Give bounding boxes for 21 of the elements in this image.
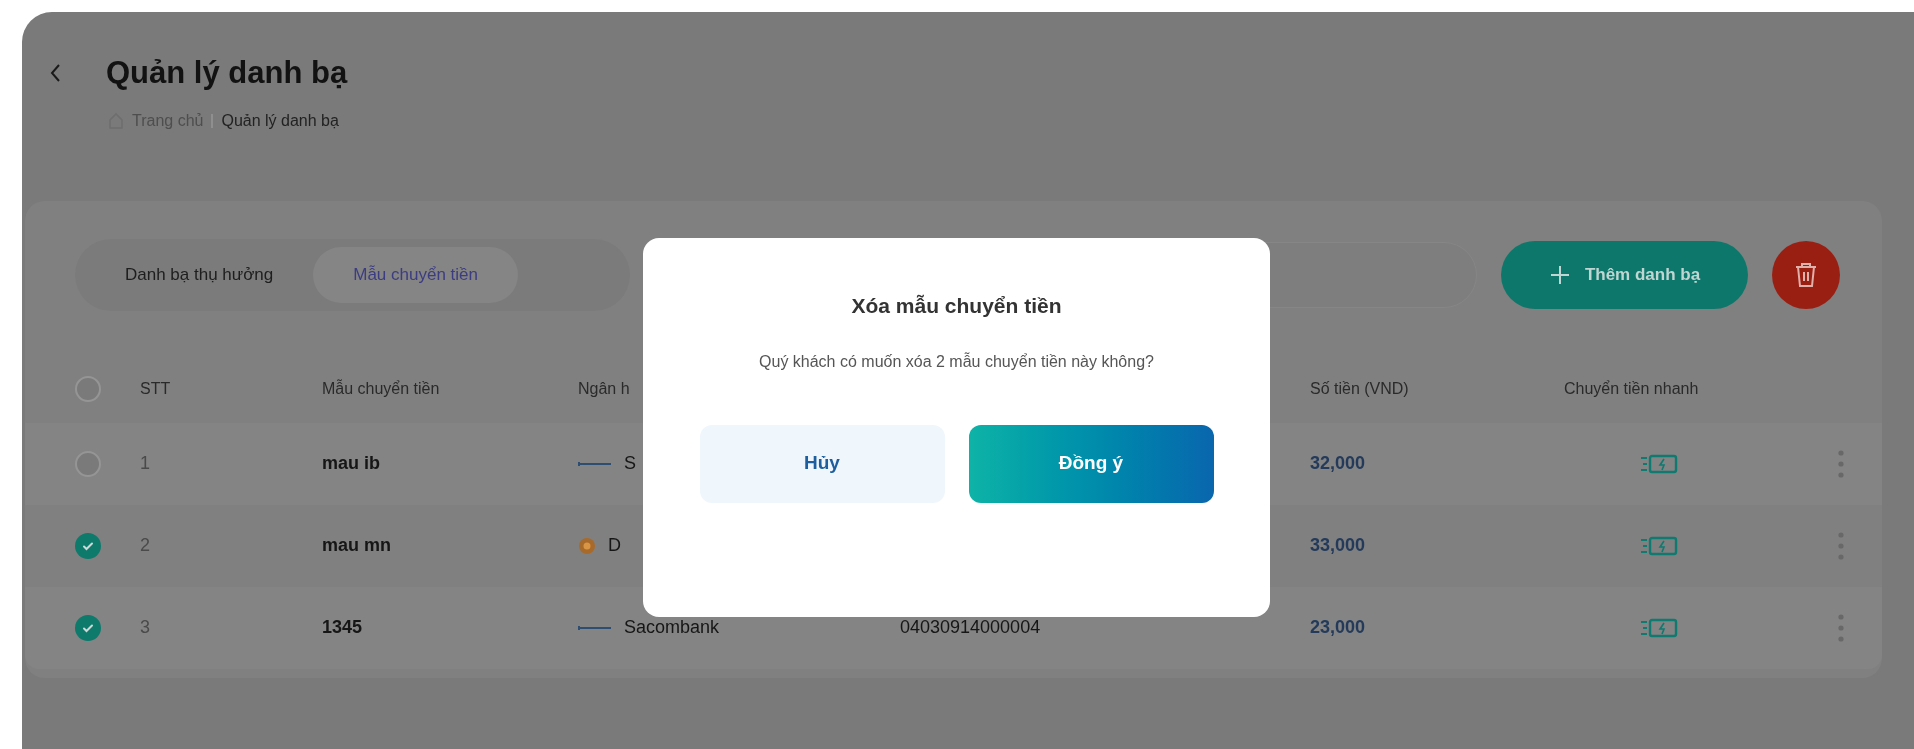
table-cell-text: 04030914000004 xyxy=(900,616,1042,639)
table-cell-text: 23,000 xyxy=(1310,616,1367,639)
table-cell-text: 1345 xyxy=(322,616,364,639)
page-title: Quản lý danh bạ xyxy=(106,54,348,92)
table-cell-text: 3 xyxy=(140,616,151,639)
table-cell-text: mau mn xyxy=(322,534,392,557)
table-cell-text: 1 xyxy=(140,452,151,475)
column-header: Chuyển tiền nhanh xyxy=(1564,378,1700,399)
table-cell-text: 33,000 xyxy=(1310,534,1367,557)
dialog-title: Xóa mẫu chuyển tiền xyxy=(851,293,1062,319)
column-header: Số tiền (VND) xyxy=(1310,378,1410,399)
table-cell-text: Sacombank xyxy=(624,616,720,639)
table-cell-text: 32,000 xyxy=(1310,452,1367,475)
table-cell-text: S xyxy=(624,452,636,475)
table-cell-text: mau ib xyxy=(322,452,381,475)
dialog-message: Quý khách có muốn xóa 2 mẫu chuyển tiền này không? xyxy=(758,351,1155,372)
table-cell-text: D xyxy=(608,534,621,557)
breadcrumb-item: Quản lý danh bạ xyxy=(221,110,339,131)
column-header: STT xyxy=(140,378,172,399)
column-header: Mẫu chuyển tiền xyxy=(322,378,441,399)
column-header: Ngân h xyxy=(578,378,631,399)
